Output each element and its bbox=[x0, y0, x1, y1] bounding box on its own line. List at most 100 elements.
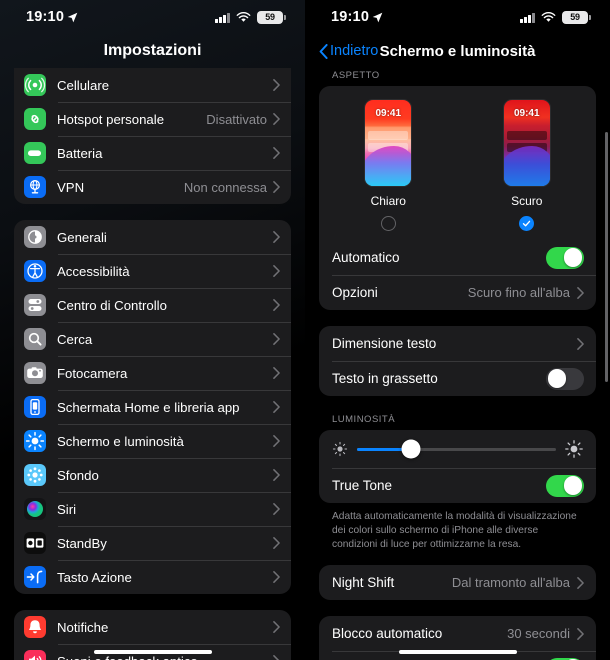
row-opzioni[interactable]: Opzioni Scuro fino all'alba bbox=[319, 275, 596, 310]
appearance-option-chiaro[interactable]: 09:41 Chiaro bbox=[364, 99, 413, 231]
sidebar-item-vpn[interactable]: VPN Non connessa bbox=[14, 170, 291, 204]
sidebar-item-label: StandBy bbox=[57, 535, 107, 551]
appearance-radio-dark[interactable] bbox=[519, 216, 535, 231]
cellular-signal-icon bbox=[215, 12, 230, 23]
back-button[interactable]: Indietro bbox=[319, 43, 378, 59]
dimensione-testo-label: Dimensione testo bbox=[332, 336, 437, 351]
battery-icon: 59 bbox=[562, 10, 591, 24]
wifi-icon bbox=[236, 11, 251, 22]
brightness-slider-row[interactable] bbox=[319, 430, 596, 468]
action-button-icon bbox=[24, 566, 46, 588]
cellular-icon bbox=[24, 74, 46, 96]
automatico-toggle[interactable] bbox=[546, 246, 584, 269]
text-group: Dimensione testo Testo in grassetto bbox=[319, 326, 596, 396]
appearance-picker: 09:41 Chiaro 09:41 Scuro bbox=[319, 86, 596, 240]
row-true-tone[interactable]: True Tone bbox=[319, 468, 596, 503]
chevron-right-icon bbox=[273, 299, 280, 311]
appearance-radio-light[interactable] bbox=[380, 216, 396, 231]
standby-icon bbox=[24, 532, 46, 554]
sidebar-item-label: Generali bbox=[57, 229, 107, 245]
brightness-slider-thumb bbox=[401, 439, 421, 459]
sun-small-icon bbox=[332, 441, 348, 457]
chevron-right-icon bbox=[273, 367, 280, 379]
nav-bar-right: Indietro Schermo e luminosità bbox=[305, 34, 610, 68]
wallpaper-icon bbox=[24, 464, 46, 486]
sidebar-item-label: Schermo e luminosità bbox=[57, 433, 184, 449]
bell-icon bbox=[24, 616, 46, 638]
row-testo-in-grassetto[interactable]: Testo in grassetto bbox=[319, 361, 596, 396]
location-arrow-icon bbox=[67, 12, 78, 22]
sidebar-item-label: Siri bbox=[57, 501, 77, 517]
testo-grassetto-toggle[interactable] bbox=[546, 367, 584, 390]
night-shift-group: Night Shift Dal tramonto all'alba bbox=[319, 565, 596, 601]
sidebar-item-label: Sfondo bbox=[57, 467, 99, 483]
scrollbar-right[interactable] bbox=[605, 132, 608, 382]
settings-list-scroll[interactable]: Cellulare Hotspot personale Disattivato bbox=[0, 68, 305, 660]
sidebar-item-standby[interactable]: StandBy bbox=[14, 526, 291, 560]
home-screen-icon bbox=[24, 396, 46, 418]
sidebar-item-generali[interactable]: Generali bbox=[14, 220, 291, 254]
sun-large-icon bbox=[565, 440, 583, 458]
brightness-icon bbox=[24, 430, 46, 452]
opzioni-value: Scuro fino all'alba bbox=[467, 285, 570, 300]
sidebar-item-batteria[interactable]: Batteria bbox=[14, 136, 291, 170]
sidebar-item-schermo-e-luminosita[interactable]: Schermo e luminosità bbox=[14, 424, 291, 458]
chevron-right-icon bbox=[273, 231, 280, 243]
appearance-option-scuro[interactable]: 09:41 Scuro bbox=[502, 99, 551, 231]
sidebar-item-value: Disattivato bbox=[206, 111, 267, 127]
sidebar-item-hotspot-personale[interactable]: Hotspot personale Disattivato bbox=[14, 102, 291, 136]
testo-grassetto-label: Testo in grassetto bbox=[332, 371, 438, 386]
sidebar-item-schermata-home[interactable]: Schermata Home e libreria app bbox=[14, 390, 291, 424]
sidebar-item-cellulare[interactable]: Cellulare bbox=[14, 68, 291, 102]
gear-icon bbox=[24, 226, 46, 248]
appearance-label-dark: Scuro bbox=[511, 194, 543, 208]
cellular-signal-icon bbox=[520, 12, 535, 23]
location-arrow-icon bbox=[372, 12, 383, 22]
home-indicator-left bbox=[93, 650, 212, 654]
sidebar-item-tasto-azione[interactable]: Tasto Azione bbox=[14, 560, 291, 594]
appearance-preview-dark: 09:41 bbox=[502, 99, 551, 187]
automatico-label: Automatico bbox=[332, 250, 400, 265]
chevron-right-icon bbox=[577, 286, 584, 299]
chevron-right-icon bbox=[273, 401, 280, 413]
home-indicator-right bbox=[398, 650, 517, 654]
camera-icon bbox=[24, 362, 46, 384]
preview-wave bbox=[365, 146, 412, 186]
row-night-shift[interactable]: Night Shift Dal tramonto all'alba bbox=[319, 565, 596, 600]
row-blocco-automatico[interactable]: Blocco automatico 30 secondi bbox=[319, 616, 596, 651]
chevron-right-icon bbox=[273, 181, 280, 193]
display-brightness-screen: 19:10 59 Indietro Schermo e luminosità A… bbox=[305, 0, 610, 660]
sidebar-item-label: Notifiche bbox=[57, 619, 109, 635]
sidebar-item-label: Accessibilità bbox=[57, 263, 130, 279]
sidebar-item-accessibilita[interactable]: Accessibilità bbox=[14, 254, 291, 288]
row-automatico[interactable]: Automatico bbox=[319, 240, 596, 275]
search-icon bbox=[24, 328, 46, 350]
sidebar-item-cerca[interactable]: Cerca bbox=[14, 322, 291, 356]
sidebar-item-label: Hotspot personale bbox=[57, 111, 165, 127]
sidebar-item-sfondo[interactable]: Sfondo bbox=[14, 458, 291, 492]
status-bar-left: 19:10 59 bbox=[0, 0, 305, 34]
toggle-knob bbox=[563, 248, 583, 267]
sidebar-item-label: Fotocamera bbox=[57, 365, 128, 381]
row-dimensione-testo[interactable]: Dimensione testo bbox=[319, 326, 596, 361]
chevron-right-icon bbox=[273, 435, 280, 447]
sidebar-item-centro-di-controllo[interactable]: Centro di Controllo bbox=[14, 288, 291, 322]
display-settings-scroll[interactable]: ASPETTO 09:41 Chiaro 09:41 Scuro Automat… bbox=[305, 68, 610, 660]
sidebar-item-notifiche[interactable]: Notifiche bbox=[14, 610, 291, 644]
preview-widget-card bbox=[368, 130, 409, 140]
opzioni-label: Opzioni bbox=[332, 285, 378, 300]
blocco-automatico-value: 30 secondi bbox=[507, 626, 570, 642]
brightness-slider-track[interactable] bbox=[357, 439, 556, 459]
battery-icon: 59 bbox=[257, 10, 286, 24]
true-tone-toggle[interactable] bbox=[546, 474, 584, 497]
chevron-right-icon bbox=[577, 337, 584, 350]
settings-group-system: Generali Accessibilità Centro di Control… bbox=[14, 220, 291, 594]
chevron-right-icon bbox=[273, 503, 280, 515]
status-time-left: 19:10 bbox=[26, 9, 78, 25]
sidebar-item-fotocamera[interactable]: Fotocamera bbox=[14, 356, 291, 390]
status-time-right: 19:10 bbox=[331, 9, 383, 25]
sidebar-item-siri[interactable]: Siri bbox=[14, 492, 291, 526]
settings-group-connectivity: Cellulare Hotspot personale Disattivato bbox=[14, 68, 291, 204]
wifi-icon bbox=[541, 11, 556, 22]
sidebar-item-label: Cerca bbox=[57, 331, 93, 347]
